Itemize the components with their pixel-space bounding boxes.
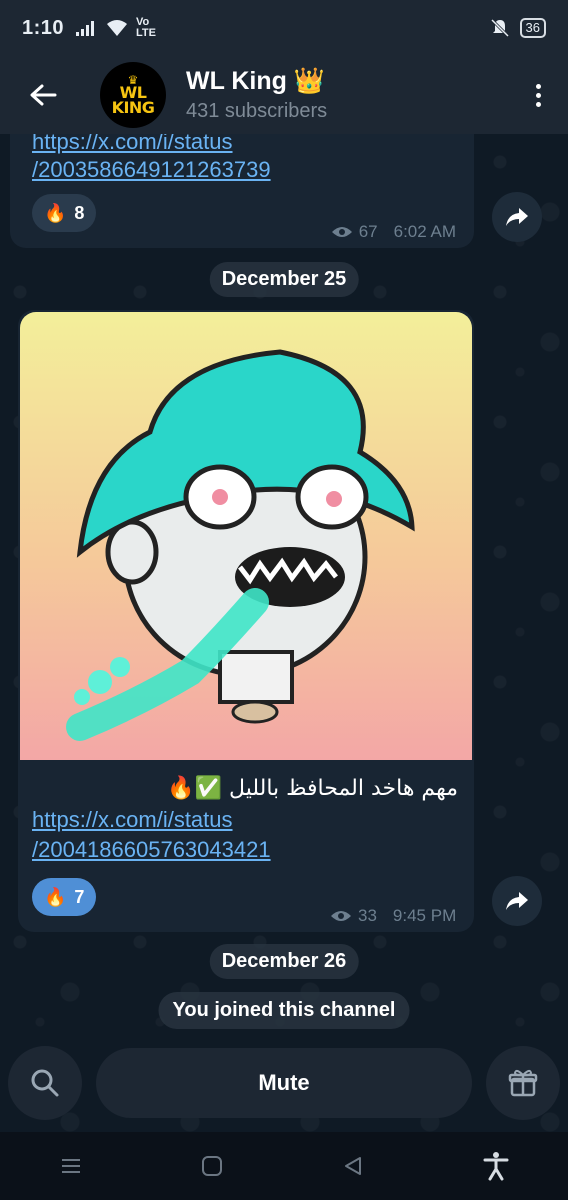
message-link[interactable]: https://x.com/i/status	[32, 806, 233, 834]
arrow-left-icon	[30, 84, 57, 106]
message-time: 9:45 PM	[392, 906, 457, 925]
wifi-icon	[107, 20, 128, 36]
accessibility-icon[interactable]	[483, 1151, 509, 1181]
channel-title: WL King 👑	[186, 67, 325, 95]
channel-info[interactable]: WL King 👑 431 subscribers	[186, 67, 327, 123]
message-link[interactable]: /2003586649121263739	[32, 156, 271, 184]
system-nav-bar	[0, 1132, 568, 1200]
more-options-button[interactable]	[508, 56, 568, 134]
view-count: 67	[358, 222, 378, 241]
bottom-controls: Mute	[0, 1040, 568, 1130]
home-icon[interactable]	[201, 1155, 223, 1177]
reaction-chip[interactable]: 🔥 8	[32, 194, 97, 232]
link-line-2: /2004186605763043421	[32, 837, 271, 862]
status-bar: 1:10 Vo LTE 36	[0, 0, 568, 56]
channel-avatar[interactable]: ♛ WL KING	[100, 62, 166, 128]
search-icon	[31, 1069, 59, 1097]
channel-header-overlay: ♛ WL KING WL King 👑 431 subscribers	[0, 56, 568, 134]
message-caption: مهم هاخد المحافظ بالليل ✅🔥	[167, 776, 458, 801]
fire-icon: 🔥	[44, 202, 67, 223]
status-right-icons: 36	[490, 18, 546, 38]
gift-icon	[508, 1069, 538, 1097]
status-time: 1:10	[22, 16, 65, 39]
share-button[interactable]	[492, 876, 542, 926]
back-button[interactable]	[0, 56, 86, 134]
header-layer: ♛ WL KING WL King 👑 431 subscribers	[0, 56, 568, 134]
share-arrow-icon	[506, 208, 528, 226]
message-time: 6:02 AM	[393, 222, 456, 241]
search-button[interactable]	[8, 1046, 82, 1120]
link-line-2: /2003586649121263739	[32, 157, 271, 182]
recent-apps-icon[interactable]	[60, 1156, 82, 1176]
subscriber-count: 431 subscribers	[186, 100, 328, 122]
status-left-icons: Vo LTE	[76, 17, 158, 39]
view-count: 33	[358, 906, 377, 925]
reaction-count: 7	[74, 886, 85, 907]
link-line-1: https://x.com/i/status	[32, 807, 233, 832]
message-meta: 33 9:45 PM	[330, 906, 456, 926]
more-vertical-icon	[535, 83, 541, 107]
message-photo[interactable]	[20, 312, 472, 760]
eye-icon	[331, 911, 351, 921]
service-message: You joined this channel	[158, 992, 410, 1029]
network-type-label: Vo LTE	[136, 16, 156, 39]
date-separator: December 26	[209, 944, 359, 979]
fire-icon: 🔥	[44, 886, 67, 907]
cartoon-character-image	[66, 349, 415, 741]
message-meta: 67 6:02 AM	[331, 222, 456, 242]
date-separator: December 25	[209, 262, 359, 297]
eye-icon	[331, 227, 352, 237]
reaction-count: 8	[74, 202, 85, 223]
avatar-logo-text: WL KING	[111, 83, 155, 117]
mute-button[interactable]: Mute	[96, 1048, 472, 1118]
share-button[interactable]	[492, 192, 542, 242]
message-link[interactable]: /2004186605763043421	[32, 836, 271, 864]
reaction-chip-selected[interactable]: 🔥 7	[32, 878, 97, 916]
back-triangle-icon[interactable]	[342, 1155, 364, 1177]
signal-icon	[76, 21, 95, 36]
gift-button[interactable]	[486, 1046, 560, 1120]
mute-bell-icon	[490, 18, 509, 38]
share-arrow-icon	[506, 892, 528, 910]
battery-indicator: 36	[519, 18, 546, 38]
